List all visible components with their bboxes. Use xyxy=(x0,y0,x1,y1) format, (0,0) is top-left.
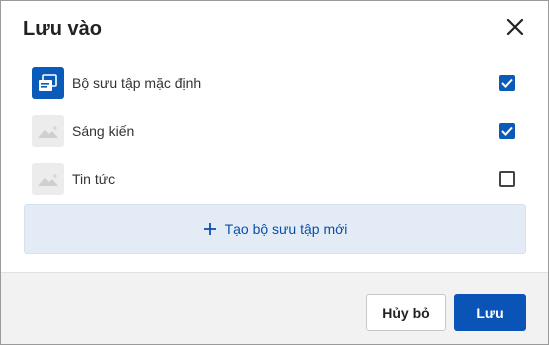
collection-checkbox[interactable] xyxy=(499,171,515,187)
collection-label: Sáng kiến xyxy=(72,123,135,139)
dialog-title: Lưu vào xyxy=(23,18,102,40)
collection-checkbox[interactable] xyxy=(499,123,515,139)
image-placeholder-icon xyxy=(32,163,64,195)
collection-checkbox[interactable] xyxy=(499,75,515,91)
collection-row-sang-kien[interactable]: Sáng kiến xyxy=(32,115,519,147)
collection-label: Bộ sưu tập mặc định xyxy=(72,75,202,91)
collection-label: Tin tức xyxy=(72,171,116,187)
image-placeholder-icon xyxy=(32,115,64,147)
close-button[interactable] xyxy=(501,13,529,41)
default-collection-icon xyxy=(32,67,64,99)
checkmark-icon xyxy=(501,126,513,136)
create-collection-button[interactable]: Tạo bộ sưu tập mới xyxy=(24,204,526,254)
checkmark-icon xyxy=(501,78,513,88)
close-icon xyxy=(506,18,524,36)
plus-icon xyxy=(203,222,217,236)
create-collection-label: Tạo bộ sưu tập mới xyxy=(224,221,348,237)
cancel-button[interactable]: Hủy bỏ xyxy=(366,294,446,331)
dialog-footer: Hủy bỏ Lưu xyxy=(1,272,548,344)
save-button[interactable]: Lưu xyxy=(454,294,526,331)
save-to-dialog: Lưu vào Bộ sưu tập mặc định Sáng kiến Ti… xyxy=(0,0,549,345)
collection-row-tin-tuc[interactable]: Tin tức xyxy=(32,163,519,195)
collection-row-default[interactable]: Bộ sưu tập mặc định xyxy=(32,67,519,99)
